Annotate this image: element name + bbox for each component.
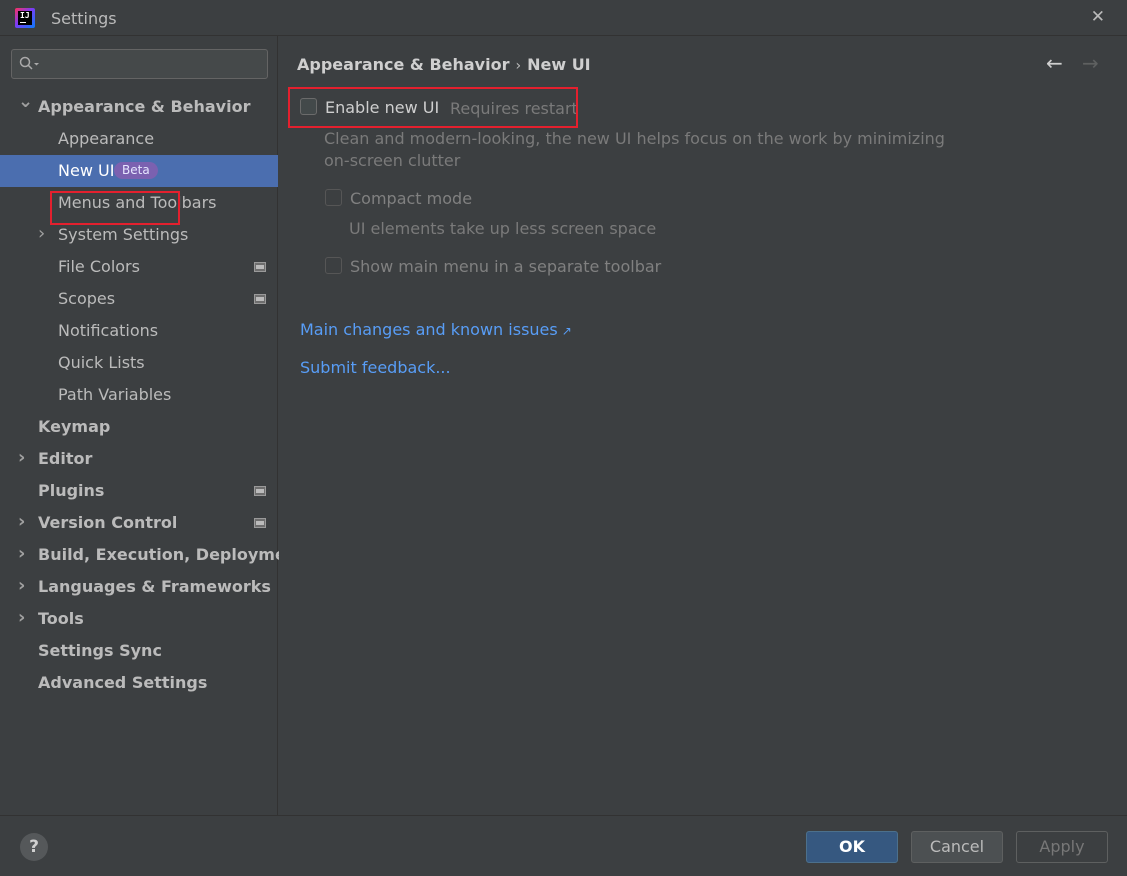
- title-bar: IJ Settings ✕: [0, 0, 1127, 36]
- sidebar-item[interactable]: › System Settings: [0, 219, 278, 251]
- sidebar-item-label: File Colors: [58, 257, 140, 276]
- sidebar-item-label: Languages & Frameworks: [38, 577, 271, 596]
- chevron-down-icon[interactable]: ⌄: [18, 86, 33, 118]
- sidebar-item-label: Editor: [38, 449, 93, 468]
- sidebar-item-label: Quick Lists: [58, 353, 145, 372]
- settings-content: Appearance & Behavior › New UI ← → Enable …: [279, 36, 1127, 815]
- project-level-icon: [254, 294, 266, 304]
- sidebar-item-label: Settings Sync: [38, 641, 162, 660]
- ok-button[interactable]: OK: [806, 831, 898, 863]
- help-button[interactable]: ?: [20, 833, 48, 861]
- sidebar-item-label: Appearance: [58, 129, 155, 148]
- sidebar-item-label: System Settings: [58, 225, 189, 244]
- sidebar-item-label: Scopes: [58, 289, 116, 308]
- project-level-icon: [254, 262, 266, 272]
- search-icon: [19, 56, 39, 70]
- chevron-right-icon[interactable]: ›: [18, 570, 25, 602]
- sidebar-item[interactable]: ⌄ Appearance & Behavior: [0, 91, 278, 123]
- requires-restart-note: Requires restart: [450, 99, 578, 118]
- sidebar-item[interactable]: Notifications: [0, 315, 278, 347]
- separate-toolbar-label[interactable]: Show main menu in a separate toolbar: [350, 257, 661, 276]
- sidebar-item-label: Notifications: [58, 321, 159, 340]
- enable-new-ui-checkbox[interactable]: [300, 98, 317, 115]
- separate-toolbar-checkbox[interactable]: [325, 257, 342, 274]
- window-title: Settings: [51, 9, 117, 28]
- project-level-icon: [254, 486, 266, 496]
- breadcrumb-parent[interactable]: Appearance & Behavior: [297, 55, 509, 74]
- sidebar-item[interactable]: Path Variables: [0, 379, 278, 411]
- sidebar-item-label: Keymap: [38, 417, 111, 436]
- sidebar-item-label: Advanced Settings: [38, 673, 208, 692]
- sidebar-item[interactable]: › Tools: [0, 603, 278, 635]
- sidebar-item[interactable]: › Editor: [0, 443, 278, 475]
- sidebar-item[interactable]: Menus and Toolbars: [0, 187, 278, 219]
- dialog-footer: ? OK Cancel Apply: [0, 815, 1127, 876]
- description-line-1: Clean and modern-looking, the new UI hel…: [324, 129, 945, 148]
- chevron-right-icon[interactable]: ›: [18, 538, 25, 570]
- sidebar-item[interactable]: › Languages & Frameworks: [0, 571, 278, 603]
- search-input[interactable]: [11, 49, 268, 79]
- external-link-icon: ↗: [561, 324, 572, 338]
- sidebar-item-label: Version Control: [38, 513, 178, 532]
- forward-arrow-icon[interactable]: →: [1082, 51, 1099, 75]
- chevron-right-icon[interactable]: ›: [18, 442, 25, 474]
- sidebar-item[interactable]: Settings Sync: [0, 635, 278, 667]
- sidebar-item[interactable]: File Colors: [0, 251, 278, 283]
- beta-badge: Beta: [114, 162, 158, 179]
- sidebar-item-label: Plugins: [38, 481, 105, 500]
- back-arrow-icon[interactable]: ←: [1046, 51, 1063, 75]
- close-icon[interactable]: ✕: [1091, 7, 1105, 27]
- chevron-right-icon[interactable]: ›: [18, 506, 25, 538]
- compact-mode-label[interactable]: Compact mode: [350, 189, 472, 208]
- main-changes-link-text[interactable]: Main changes and known issues: [300, 320, 558, 339]
- chevron-right-icon[interactable]: ›: [18, 602, 25, 634]
- sidebar-item[interactable]: Advanced Settings: [0, 667, 278, 699]
- sidebar-item[interactable]: New UI Beta: [0, 155, 278, 187]
- breadcrumb-separator: ›: [515, 58, 522, 74]
- cancel-button[interactable]: Cancel: [911, 831, 1003, 863]
- compact-mode-checkbox[interactable]: [325, 189, 342, 206]
- sidebar-item[interactable]: Scopes: [0, 283, 278, 315]
- intellij-logo-icon: IJ: [15, 8, 35, 28]
- compact-mode-hint: UI elements take up less screen space: [349, 219, 657, 238]
- sidebar-item-label: Build, Execution, Deployment: [38, 545, 305, 564]
- sidebar-item[interactable]: Quick Lists: [0, 347, 278, 379]
- sidebar-item[interactable]: › Version Control: [0, 507, 278, 539]
- chevron-right-icon[interactable]: ›: [38, 218, 45, 250]
- breadcrumb: Appearance & Behavior › New UI: [297, 55, 591, 74]
- sidebar-item-label: Menus and Toolbars: [58, 193, 217, 212]
- sidebar-item-label: Appearance & Behavior: [38, 97, 251, 116]
- project-level-icon: [254, 518, 266, 528]
- sidebar-item-label: Path Variables: [58, 385, 172, 404]
- sidebar-item[interactable]: Plugins: [0, 475, 278, 507]
- sidebar-item[interactable]: › Build, Execution, Deployment: [0, 538, 305, 571]
- breadcrumb-current: New UI: [527, 55, 591, 74]
- main-changes-link[interactable]: Main changes and known issues ↗: [300, 320, 572, 339]
- description-line-2: on-screen clutter: [324, 151, 461, 170]
- sidebar-item[interactable]: Appearance: [0, 123, 278, 155]
- sidebar-item-label: Tools: [38, 609, 84, 628]
- enable-new-ui-label[interactable]: Enable new UI: [325, 98, 439, 117]
- apply-button[interactable]: Apply: [1016, 831, 1108, 863]
- settings-sidebar: ⌄ Appearance & Behavior Appearance New UI Be…: [0, 36, 305, 815]
- submit-feedback-link[interactable]: Submit feedback...: [300, 358, 451, 377]
- sidebar-item[interactable]: Keymap: [0, 411, 278, 443]
- sidebar-item-label: New UI: [58, 161, 115, 180]
